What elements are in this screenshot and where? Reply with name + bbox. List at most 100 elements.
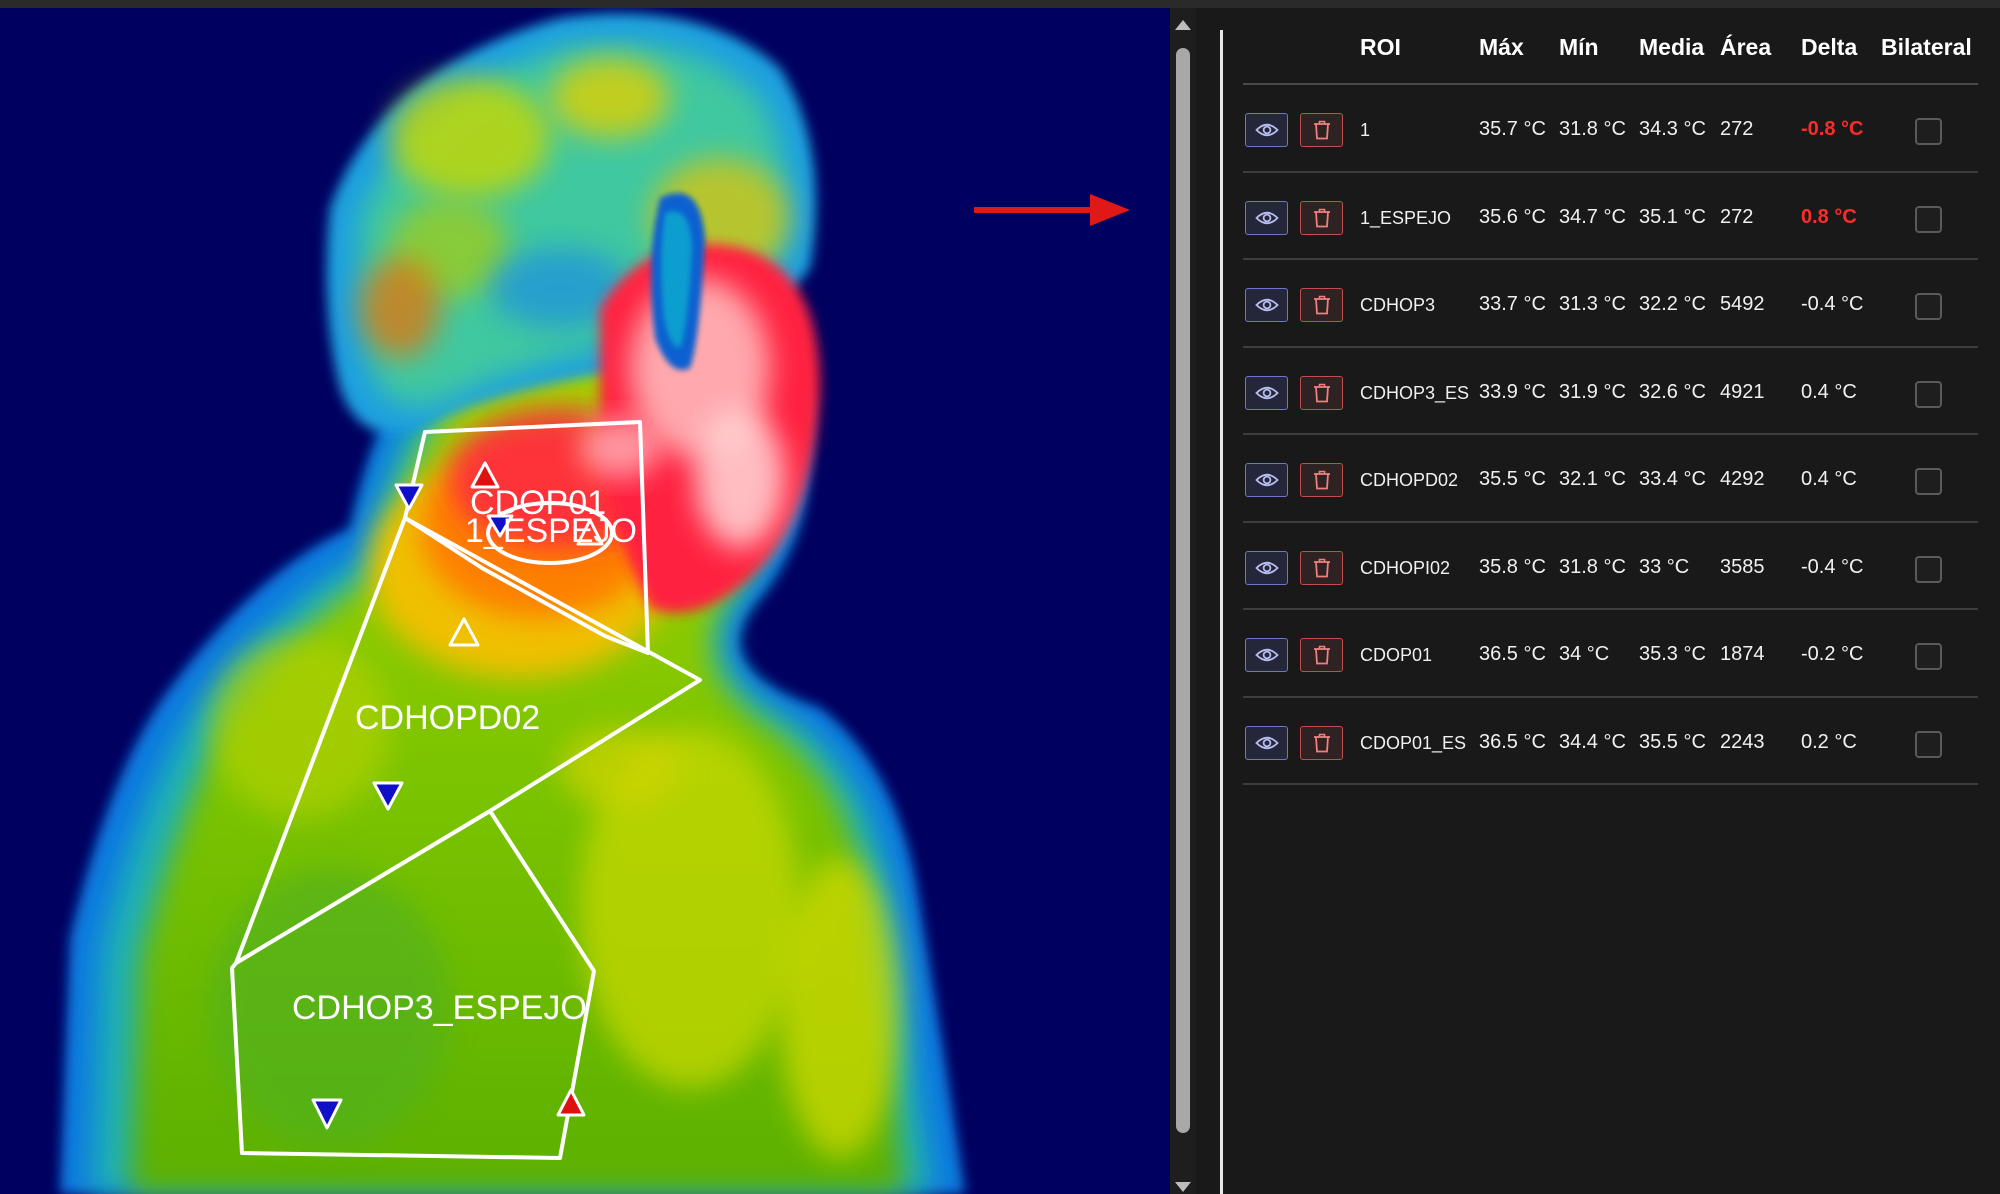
- delete-roi-button[interactable]: [1300, 113, 1343, 147]
- min-value: 34.4 °C: [1559, 730, 1626, 753]
- table-row: CDHOP3_ES 33.9 °C 31.9 °C 32.6 °C 4921 0…: [1243, 348, 1978, 435]
- max-value: 33.9 °C: [1479, 380, 1546, 403]
- column-header-roi: ROI: [1360, 34, 1401, 60]
- bilateral-checkbox[interactable]: [1915, 555, 1942, 583]
- table-header: ROI Máx Mín Media Área Delta Bilateral: [1243, 28, 1978, 85]
- top-bar: [0, 0, 2000, 8]
- min-value: 34.7 °C: [1559, 205, 1626, 228]
- mean-value: 35.3 °C: [1639, 643, 1706, 665]
- bilateral-checkbox[interactable]: [1915, 643, 1942, 670]
- area-value: 4292: [1720, 468, 1765, 490]
- bilateral-checkbox[interactable]: [1915, 293, 1942, 320]
- table-row: CDOP01 36.5 °C 34 °C 35.3 °C 1874 -0.2 °…: [1243, 610, 1978, 698]
- delta-value: 0.2 °C: [1801, 730, 1857, 753]
- view-roi-button[interactable]: [1245, 288, 1288, 322]
- table-body: 1 35.7 °C 31.8 °C 34.3 °C 272 -0.8 °C 1_…: [1243, 85, 1978, 785]
- area-value: 1874: [1720, 643, 1765, 665]
- area-value: 272: [1720, 205, 1754, 228]
- bilateral-checkbox[interactable]: [1915, 118, 1942, 145]
- panel-divider: [1220, 30, 1223, 1194]
- roi-label: 1_ESPEJO: [465, 512, 637, 550]
- roi-name: CDHOPD02: [1360, 470, 1459, 490]
- trash-icon: [1313, 558, 1330, 577]
- delta-value: 0.4 °C: [1801, 468, 1857, 490]
- view-roi-button[interactable]: [1245, 463, 1288, 497]
- trash-icon: [1313, 120, 1330, 140]
- table-row: CDHOPD02 35.5 °C 32.1 °C 33.4 °C 4292 0.…: [1243, 435, 1978, 523]
- min-value: 31.9 °C: [1559, 380, 1626, 403]
- area-value: 3585: [1720, 555, 1765, 578]
- bilateral-checkbox[interactable]: [1915, 468, 1942, 495]
- mean-value: 34.3 °C: [1639, 118, 1706, 140]
- column-header-delta: Delta: [1801, 34, 1858, 60]
- view-roi-button[interactable]: [1245, 550, 1288, 585]
- bilateral-checkbox[interactable]: [1915, 380, 1942, 408]
- vertical-scrollbar[interactable]: [1170, 8, 1196, 1194]
- area-value: 4921: [1720, 380, 1765, 403]
- max-value: 35.8 °C: [1479, 555, 1546, 578]
- column-header-bilateral: Bilateral: [1881, 34, 1972, 60]
- roi-name: CDOP01_ES: [1360, 732, 1467, 753]
- column-header-min: Mín: [1559, 34, 1599, 60]
- mean-value: 33 °C: [1639, 555, 1690, 578]
- roi-name: CDHOP3_ES: [1360, 382, 1470, 403]
- eye-icon: [1254, 211, 1279, 224]
- eye-icon: [1254, 123, 1279, 137]
- view-roi-button[interactable]: [1245, 375, 1288, 410]
- thermal-image-viewer[interactable]: CDOP01 1_ESPEJO CDHOPD02 CDHOP3_ESPEJO: [0, 8, 1170, 1194]
- delete-roi-button[interactable]: [1300, 638, 1343, 672]
- table-row: CDOP01_ES 36.5 °C 34.4 °C 35.5 °C 2243 0…: [1243, 698, 1978, 785]
- mean-value: 35.1 °C: [1639, 205, 1706, 228]
- trash-icon: [1313, 733, 1330, 752]
- roi-name: 1_ESPEJO: [1360, 207, 1452, 228]
- min-value: 31.8 °C: [1559, 118, 1626, 140]
- delete-roi-button[interactable]: [1300, 463, 1343, 497]
- min-value: 31.3 °C: [1559, 293, 1626, 315]
- view-roi-button[interactable]: [1245, 200, 1288, 235]
- table-row: CDHOP3 33.7 °C 31.3 °C 32.2 °C 5492 -0.4…: [1243, 260, 1978, 348]
- delta-value: -0.8 °C: [1801, 118, 1864, 140]
- bilateral-checkbox[interactable]: [1915, 730, 1942, 758]
- mean-value: 35.5 °C: [1639, 730, 1706, 753]
- trash-icon: [1313, 470, 1330, 490]
- column-header-max: Máx: [1479, 34, 1524, 60]
- trash-icon: [1313, 383, 1330, 402]
- scroll-down-arrow-icon[interactable]: [1175, 1182, 1191, 1192]
- column-header-mean: Media: [1639, 34, 1705, 60]
- trash-icon: [1313, 295, 1330, 315]
- view-roi-button[interactable]: [1245, 638, 1288, 672]
- area-value: 272: [1720, 118, 1754, 140]
- table-row: 1 35.7 °C 31.8 °C 34.3 °C 272 -0.8 °C: [1243, 85, 1978, 173]
- mean-value: 32.6 °C: [1639, 380, 1706, 403]
- mean-value: 32.2 °C: [1639, 293, 1706, 315]
- min-value: 31.8 °C: [1559, 555, 1626, 578]
- view-roi-button[interactable]: [1245, 725, 1288, 760]
- max-value: 35.6 °C: [1479, 205, 1546, 228]
- delta-value: 0.4 °C: [1801, 380, 1857, 403]
- roi-name: CDOP01: [1360, 645, 1433, 665]
- roi-name: CDHOP3: [1360, 295, 1436, 315]
- bilateral-checkbox[interactable]: [1915, 205, 1942, 233]
- scroll-thumb[interactable]: [1176, 48, 1190, 1133]
- delete-roi-button[interactable]: [1300, 550, 1343, 585]
- scroll-up-arrow-icon[interactable]: [1175, 20, 1191, 30]
- view-roi-button[interactable]: [1245, 113, 1288, 147]
- min-value: 32.1 °C: [1559, 468, 1626, 490]
- table-row: CDHOPI02 35.8 °C 31.8 °C 33 °C 3585 -0.4…: [1243, 523, 1978, 610]
- delta-value: -0.2 °C: [1801, 643, 1864, 665]
- eye-icon: [1254, 473, 1279, 487]
- max-value: 35.7 °C: [1479, 118, 1546, 140]
- delete-roi-button[interactable]: [1300, 725, 1343, 760]
- delete-roi-button[interactable]: [1300, 375, 1343, 410]
- column-header-area: Área: [1720, 34, 1772, 60]
- max-value: 36.5 °C: [1479, 730, 1546, 753]
- delete-roi-button[interactable]: [1300, 288, 1343, 322]
- eye-icon: [1254, 561, 1279, 574]
- delete-roi-button[interactable]: [1300, 200, 1343, 235]
- trash-icon: [1313, 208, 1330, 227]
- delta-value: 0.8 °C: [1801, 205, 1857, 228]
- trash-icon: [1313, 645, 1330, 665]
- eye-icon: [1254, 298, 1279, 312]
- area-value: 5492: [1720, 293, 1765, 315]
- roi-label: CDHOPD02: [355, 699, 541, 737]
